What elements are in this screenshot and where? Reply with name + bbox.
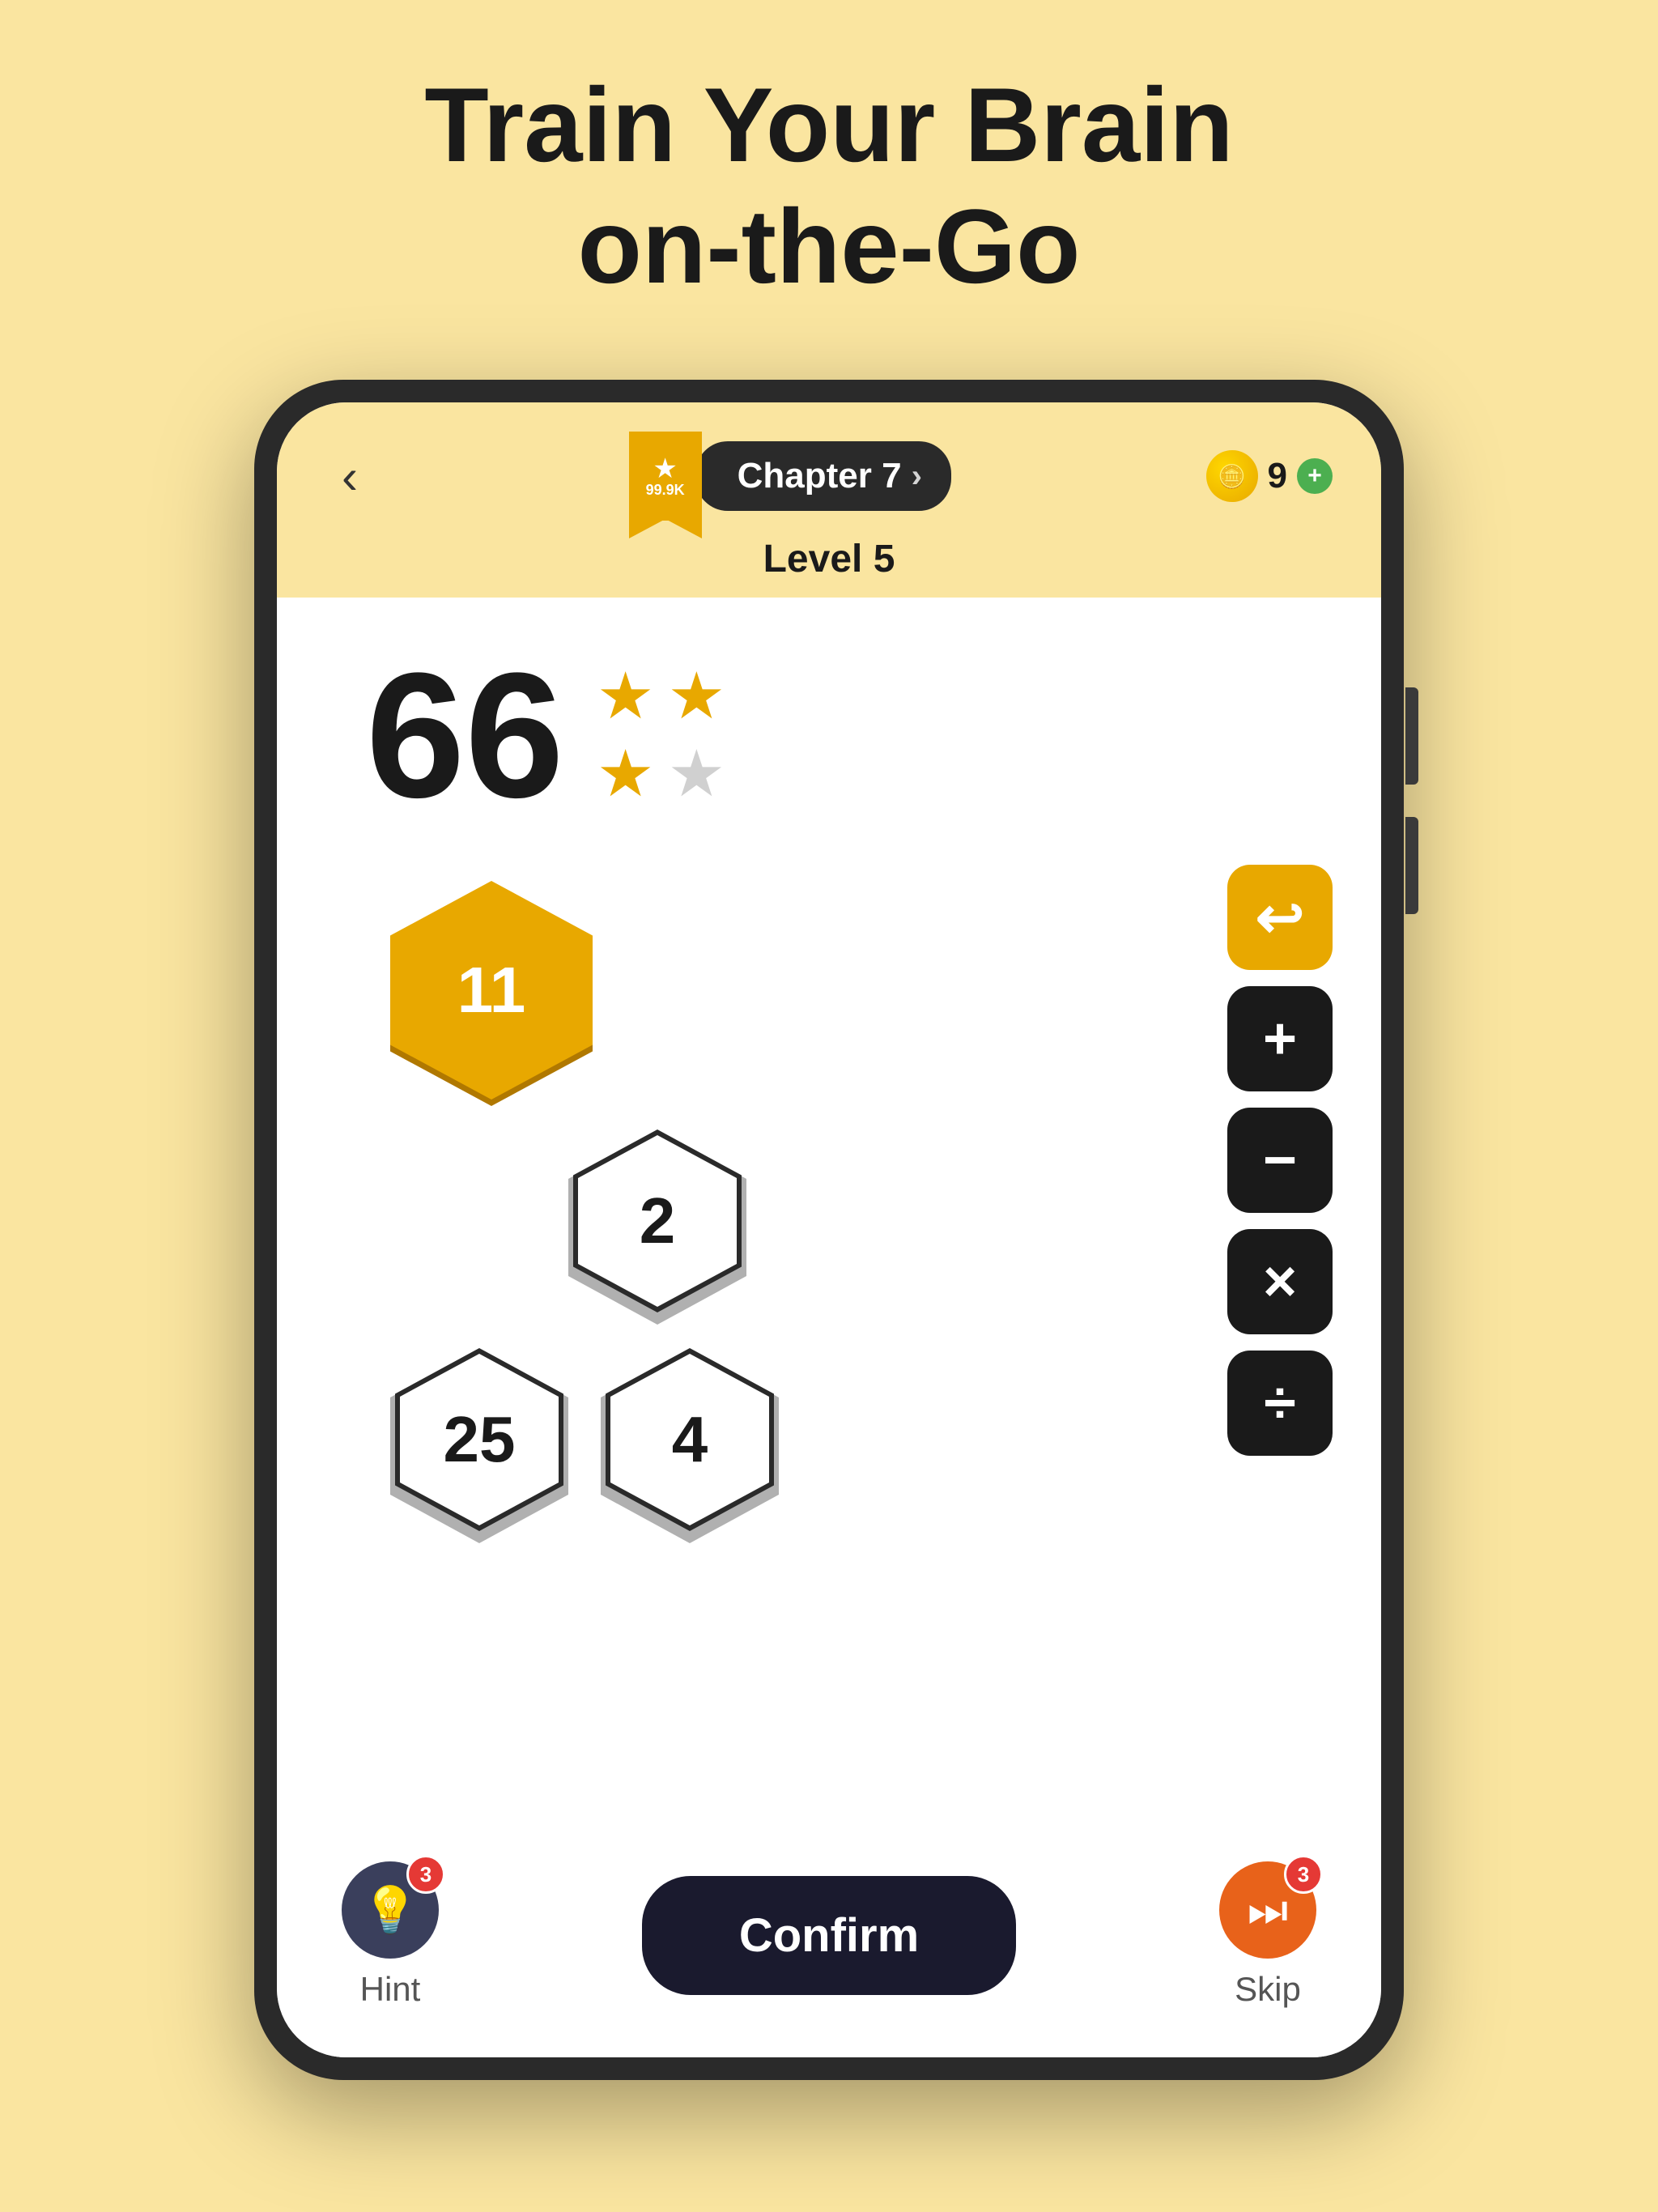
divide-operator-button[interactable]: ÷ xyxy=(1227,1351,1333,1456)
hexagon-2[interactable]: 2 xyxy=(568,1124,746,1318)
add-coin-button[interactable]: + xyxy=(1297,458,1333,494)
hint-badge: 3 xyxy=(406,1855,445,1894)
hex-inner: 25 xyxy=(400,1354,559,1525)
coin-icon: 🪙 xyxy=(1206,450,1258,502)
game-header: ‹ ★ 99.9K Chapter 7 › 🪙 9 + xyxy=(277,402,1381,598)
hint-button[interactable]: 💡 3 Hint xyxy=(342,1861,439,2009)
skip-label: Skip xyxy=(1235,1970,1301,2009)
tablet-screen: ‹ ★ 99.9K Chapter 7 › 🪙 9 + xyxy=(277,402,1381,2057)
confirm-button[interactable]: Confirm xyxy=(642,1876,1016,1995)
puzzle-area: 11 2 xyxy=(342,865,1316,1537)
chapter-label: Chapter 7 xyxy=(738,456,902,496)
skip-button[interactable]: ⏭ 3 Skip xyxy=(1219,1861,1316,2009)
hex-inner: 4 xyxy=(610,1354,769,1525)
back-button[interactable]: ‹ xyxy=(325,440,374,513)
multiply-operator-button[interactable]: × xyxy=(1227,1229,1333,1334)
page-title: Train Your Brainon-the-Go xyxy=(424,65,1233,307)
skip-icon-wrap: ⏭ 3 xyxy=(1219,1861,1316,1959)
hex-value-4: 4 xyxy=(672,1402,708,1477)
level-label: Level 5 xyxy=(763,537,895,581)
hex-inner: 2 xyxy=(578,1135,737,1307)
chapter-chevron-icon: › xyxy=(912,458,922,495)
bottom-bar: 💡 3 Hint Confirm ⏭ 3 Skip xyxy=(277,1829,1381,2057)
hexagon-25[interactable]: 25 xyxy=(390,1342,568,1537)
tablet-device: ‹ ★ 99.9K Chapter 7 › 🪙 9 + xyxy=(254,380,1404,2080)
star-2: ★ xyxy=(667,664,725,729)
hint-icon-wrap: 💡 3 xyxy=(342,1861,439,1959)
hex-value-25: 25 xyxy=(444,1402,516,1477)
score-number: 66 xyxy=(366,646,564,824)
undo-button[interactable]: ↩ xyxy=(1227,865,1333,970)
star-4: ★ xyxy=(667,742,725,806)
chapter-badge[interactable]: ★ 99.9K Chapter 7 › xyxy=(629,432,951,521)
coins-badge: 🪙 9 + xyxy=(1206,450,1333,502)
operators-panel: ↩ + − × ÷ xyxy=(1227,865,1333,1456)
coin-count: 9 xyxy=(1268,456,1287,496)
hex-row-1: 11 xyxy=(390,881,593,1100)
hexagon-4[interactable]: 4 xyxy=(601,1342,779,1537)
star-count: 99.9K xyxy=(646,483,685,497)
star-3: ★ xyxy=(597,742,655,806)
stars-grid: ★ ★ ★ ★ xyxy=(597,664,725,806)
star-1: ★ xyxy=(597,664,655,729)
skip-badge: 3 xyxy=(1284,1855,1323,1894)
star-bookmark: ★ 99.9K xyxy=(629,432,702,521)
bookmark-star-icon: ★ xyxy=(653,455,677,483)
hint-label: Hint xyxy=(360,1970,421,2009)
chapter-pill[interactable]: Chapter 7 › xyxy=(695,441,951,511)
hex-value-11: 11 xyxy=(457,953,526,1027)
hex-value-2: 2 xyxy=(640,1184,676,1258)
subtract-operator-button[interactable]: − xyxy=(1227,1108,1333,1213)
hex-row-3: 25 4 xyxy=(390,1342,779,1537)
add-operator-button[interactable]: + xyxy=(1227,986,1333,1091)
hex-row-2: 2 xyxy=(568,1124,746,1318)
hexagon-11[interactable]: 11 xyxy=(390,881,593,1100)
score-row: 66 ★ ★ ★ ★ xyxy=(366,646,1316,824)
game-area: 66 ★ ★ ★ ★ 11 xyxy=(277,598,1381,1829)
